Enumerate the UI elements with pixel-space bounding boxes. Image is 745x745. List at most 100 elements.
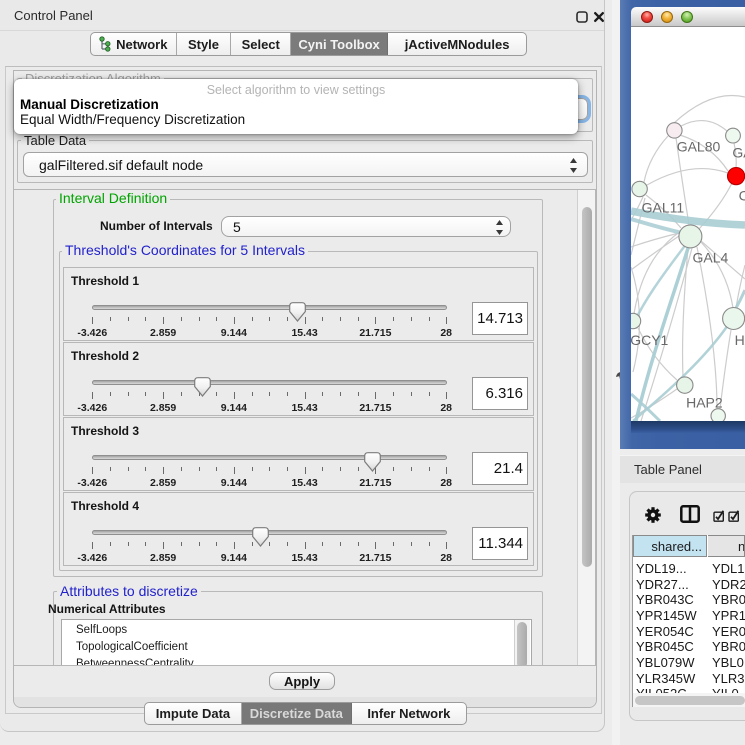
network-node[interactable]	[726, 128, 741, 143]
network-node[interactable]	[728, 168, 745, 185]
slider-tick	[269, 467, 270, 471]
slider-tick	[199, 467, 200, 471]
threshold-slider-thumb[interactable]	[252, 527, 269, 547]
tab-jactivemnodules-label: jActiveMNodules	[405, 37, 510, 52]
table-row[interactable]: YDR27... YDR2	[633, 577, 745, 593]
network-node[interactable]	[631, 313, 641, 328]
slider-tick	[446, 392, 447, 399]
table-row[interactable]: YLR345W YLR3	[633, 671, 745, 687]
slider-tick	[269, 392, 270, 396]
threshold-panel: Threshold 1 -3.4262.8599.14415.4321.7152…	[63, 267, 534, 341]
table-row[interactable]: YBR043C YBR0	[633, 592, 745, 608]
slider-tick-label: -3.426	[60, 552, 124, 564]
table-horizontal-scrollbar-thumb[interactable]	[635, 696, 745, 705]
zoom-traffic-light[interactable]	[681, 11, 693, 23]
list-scrollbar[interactable]	[514, 620, 530, 666]
slider-tick	[269, 542, 270, 546]
threshold-panel: Threshold 2 -3.4262.8599.14415.4321.7152…	[63, 342, 534, 416]
popup-item-equal-width-frequency[interactable]: Equal Width/Frequency Discretization	[20, 112, 245, 127]
tab-jactivemnodules[interactable]: jActiveMNodules	[388, 33, 526, 55]
popup-prompt-item[interactable]: Select algorithm to view settings	[14, 83, 578, 97]
threshold-value-field[interactable]: 11.344	[472, 527, 528, 560]
settings-scrollbar-thumb[interactable]	[582, 207, 592, 567]
threshold-slider-thumb[interactable]	[364, 452, 381, 472]
threshold-slider-thumb[interactable]	[194, 377, 211, 397]
table-row[interactable]: YDL19... YDL1	[633, 561, 745, 577]
settings-scrollbar[interactable]	[577, 190, 596, 666]
list-item[interactable]: SelfLoops	[76, 624, 531, 641]
threshold-value-field[interactable]: 6.316	[472, 377, 528, 410]
network-node-label: GAL4	[693, 250, 729, 266]
tab-discretize-data[interactable]: Discretize Data	[242, 703, 352, 724]
checkbox-icon-1[interactable]	[713, 509, 725, 521]
slider-tick-label: 21.715	[343, 402, 407, 414]
slider-tick	[287, 467, 288, 471]
slider-tick-label: 9.144	[202, 477, 266, 489]
threshold-slider-track[interactable]	[92, 305, 447, 310]
table-row[interactable]: YBL079W YBL0	[633, 655, 745, 671]
threshold-label: Threshold 4	[71, 499, 139, 513]
network-canvas[interactable]: GAL80GAL3CYC1GAL11GAL4GCY1HAP4HAP2	[631, 27, 745, 421]
float-window-icon[interactable]	[576, 10, 588, 22]
tab-style[interactable]: Style	[177, 33, 232, 55]
gear-icon[interactable]	[644, 506, 662, 524]
tab-impute-data-label: Impute Data	[156, 706, 230, 721]
close-icon[interactable]	[593, 10, 605, 22]
threshold-value-field[interactable]: 14.713	[472, 302, 528, 335]
network-node[interactable]	[667, 123, 682, 138]
popup-item-manual-discretization[interactable]: Manual Discretization	[20, 97, 159, 112]
slider-tick	[340, 392, 341, 396]
slider-tick	[216, 392, 217, 396]
network-node[interactable]	[679, 225, 702, 248]
close-traffic-light[interactable]	[641, 11, 653, 23]
control-panel-tabs: Network Style Select Cyni Toolbox jActiv…	[90, 32, 527, 56]
slider-tick	[128, 392, 129, 396]
slider-tick-label: 15.43	[273, 552, 337, 564]
threshold-slider-track[interactable]	[92, 455, 447, 460]
list-item[interactable]: TopologicalCoefficient	[76, 641, 531, 658]
network-edge	[681, 121, 727, 131]
slider-tick	[358, 392, 359, 396]
table-row[interactable]: YBR045C YBR0	[633, 639, 745, 655]
slider-tick	[163, 467, 164, 474]
network-node[interactable]	[723, 308, 745, 330]
network-node[interactable]	[632, 181, 647, 196]
table-data-combobox[interactable]: galFiltered.sif default node	[23, 152, 588, 177]
threshold-slider-track[interactable]	[92, 530, 447, 535]
minimize-traffic-light[interactable]	[661, 11, 673, 23]
slider-tick	[358, 317, 359, 321]
tab-select[interactable]: Select	[231, 33, 291, 55]
tab-impute-data[interactable]: Impute Data	[145, 703, 242, 724]
tab-network[interactable]: Network	[91, 33, 177, 55]
slider-tick	[163, 392, 164, 399]
column-header-name[interactable]: name	[708, 535, 745, 557]
network-node[interactable]	[677, 377, 693, 393]
threshold-slider-thumb[interactable]	[289, 302, 306, 322]
column-header-shared-name[interactable]: shared...	[633, 535, 707, 557]
tab-infer-network[interactable]: Infer Network	[352, 703, 466, 724]
table-body: YDL19... YDL1 YDR27... YDR2 YBR043C YBR0…	[633, 557, 745, 693]
cell-name: YBL0	[712, 655, 744, 670]
slider-tick-label: 9.144	[202, 327, 266, 339]
threshold-value-field[interactable]: 21.4	[472, 452, 528, 485]
cell-shared-name: YDR27...	[636, 577, 689, 592]
table-row[interactable]: YPR145W YPR1	[633, 608, 745, 624]
apply-button[interactable]: Apply	[269, 672, 335, 690]
tab-cyni-toolbox[interactable]: Cyni Toolbox	[291, 33, 388, 55]
slider-tick	[128, 317, 129, 321]
slider-tick	[393, 392, 394, 396]
slider-tick	[199, 542, 200, 546]
columns-view-icon[interactable]	[680, 505, 700, 523]
network-edge	[644, 136, 668, 182]
cell-name: YDL1	[712, 561, 745, 576]
list-scrollbar-thumb[interactable]	[517, 622, 527, 666]
checkbox-icon-2[interactable]	[728, 509, 740, 521]
slider-tick	[429, 467, 430, 471]
slider-tick	[287, 542, 288, 546]
tab-infer-network-label: Infer Network	[367, 706, 450, 721]
threshold-slider-track[interactable]	[92, 380, 447, 385]
list-item[interactable]: BetweennessCentrality	[76, 658, 531, 666]
number-of-intervals-combobox[interactable]: 5	[221, 216, 511, 237]
table-row[interactable]: YER054C YER0	[633, 624, 745, 640]
network-window-shadow	[631, 421, 745, 433]
